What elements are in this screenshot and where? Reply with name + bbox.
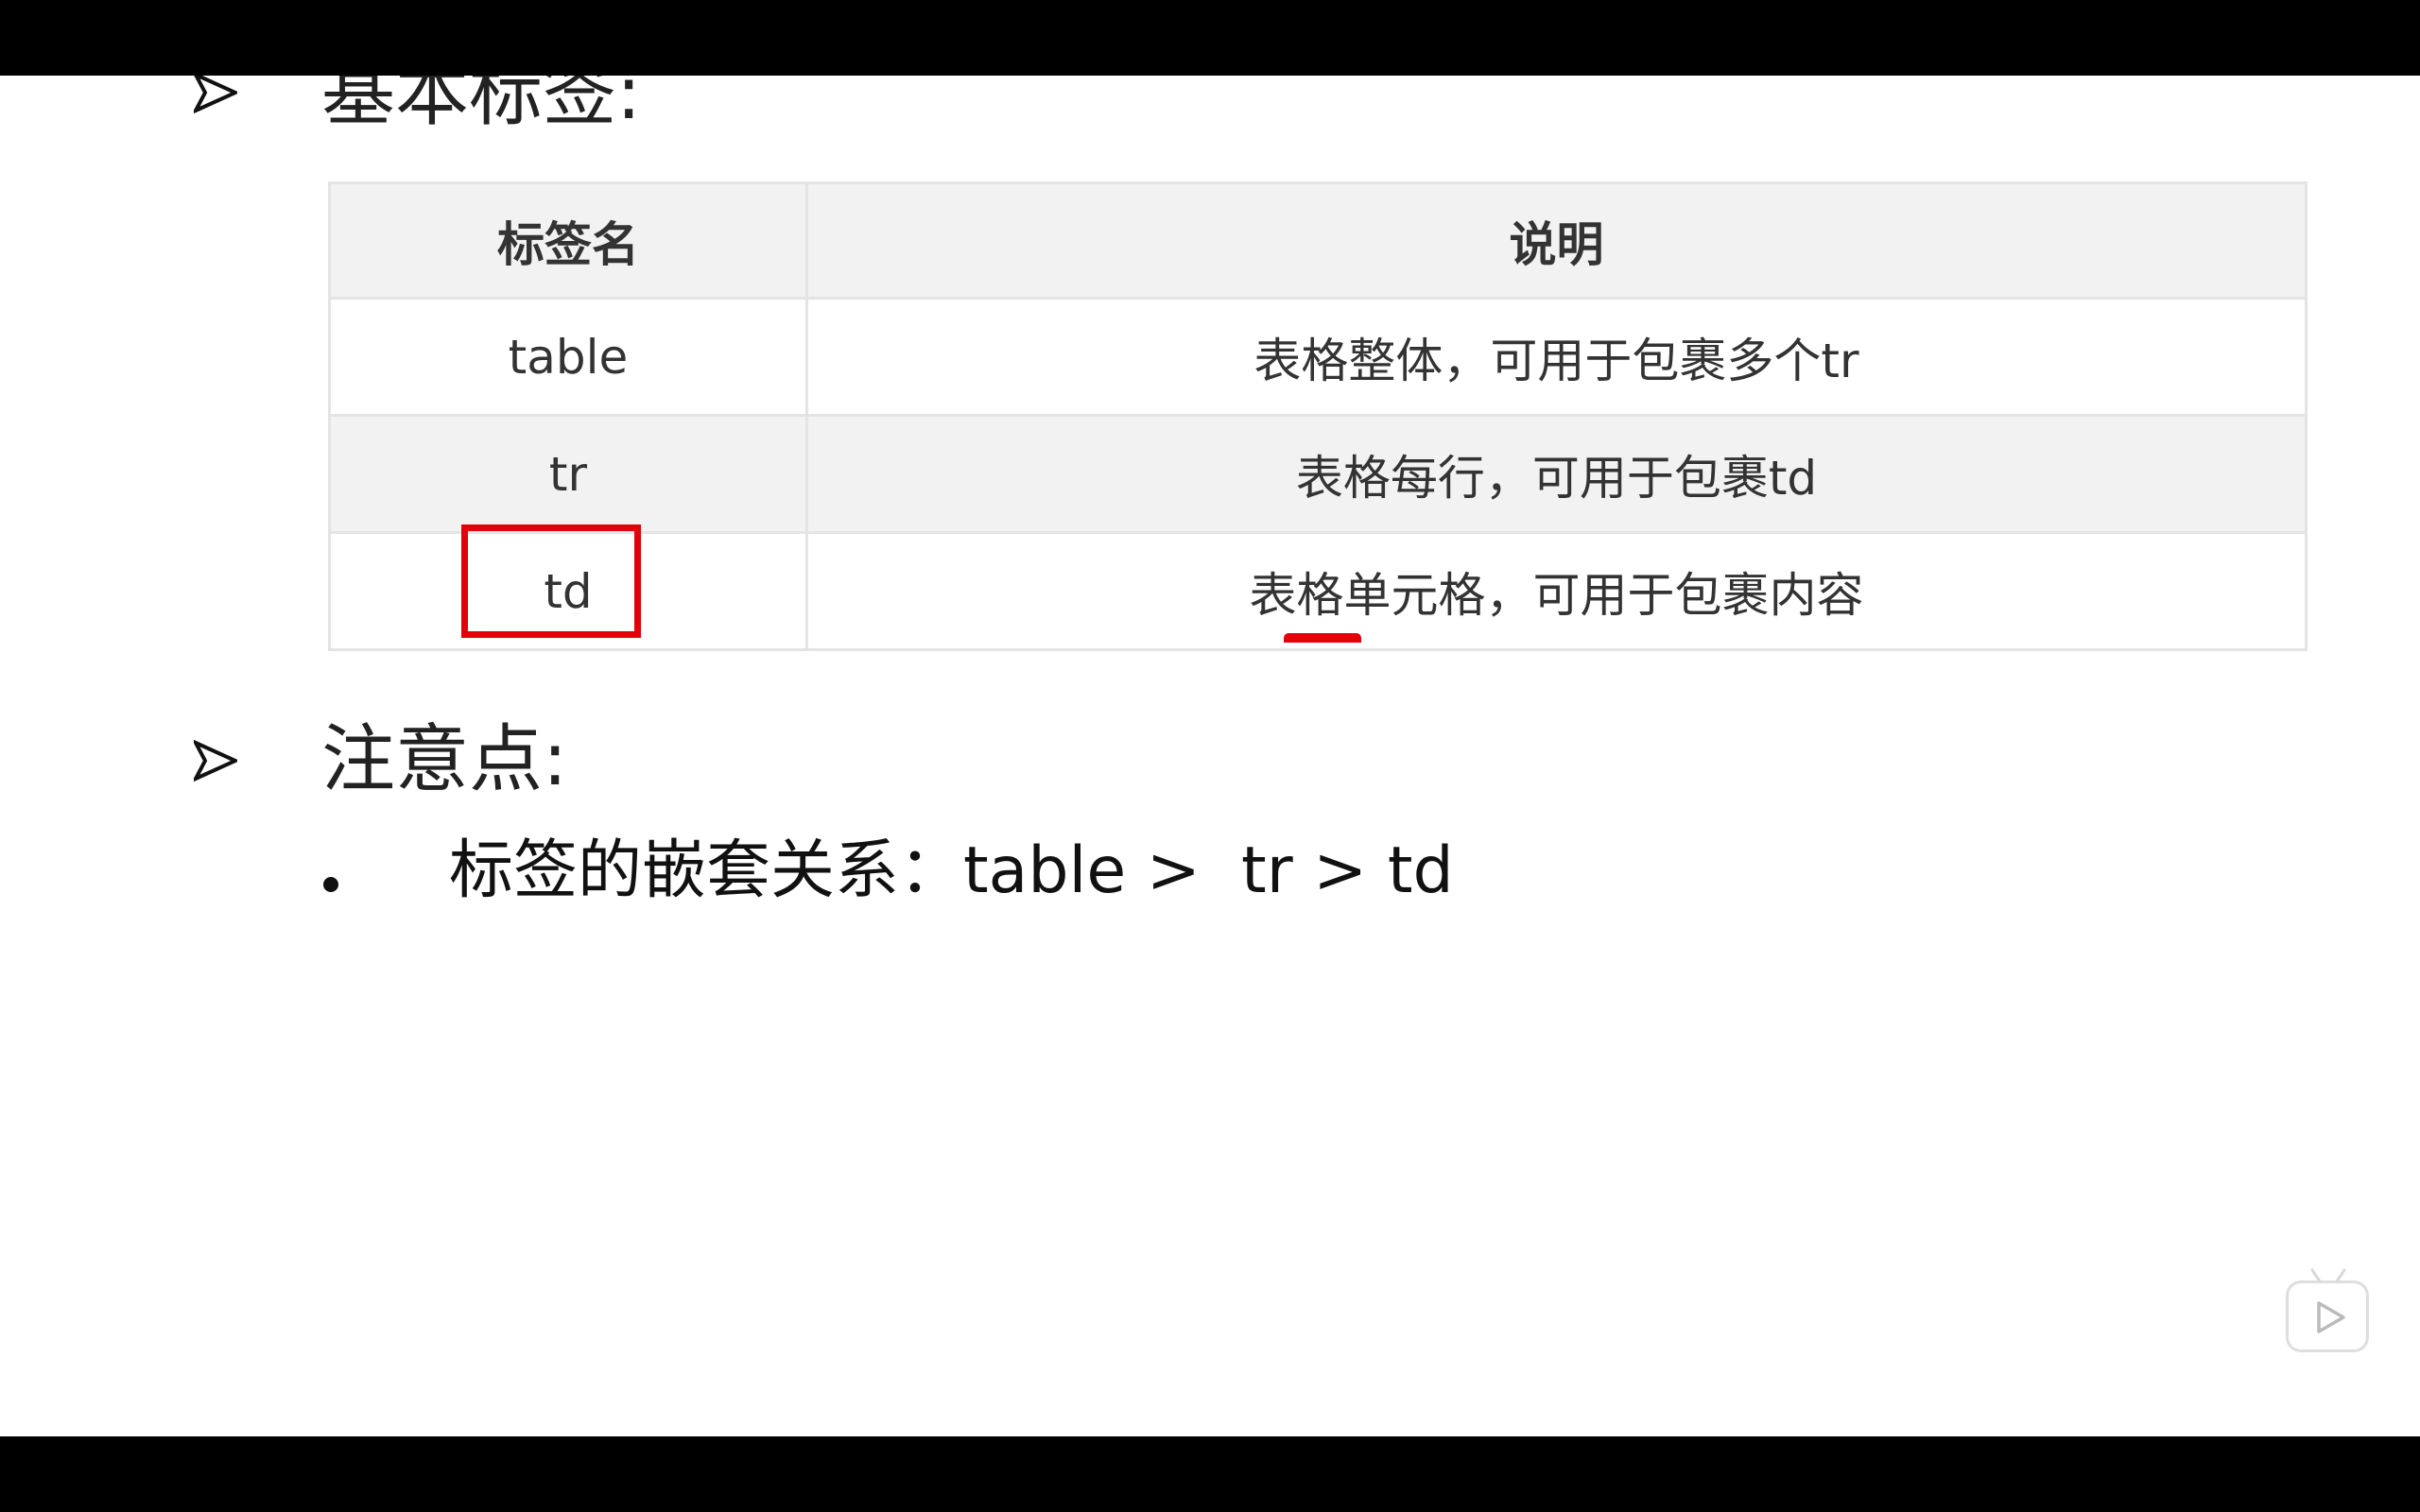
heading-basic-tags: 基本标签:	[321, 76, 642, 136]
play-icon	[2317, 1301, 2345, 1333]
bullet-dot	[323, 877, 338, 892]
red-highlight-box	[461, 524, 641, 638]
header-description: 说明	[805, 181, 2308, 300]
red-annotation-mark	[1284, 633, 1361, 643]
header-tag-name: 标签名	[328, 181, 808, 300]
top-letterbox	[0, 0, 2420, 76]
desc-cell: 表格整体，可用于包裹多个tr	[805, 297, 2308, 417]
bottom-letterbox	[0, 1436, 2420, 1512]
tag-cell: tr	[328, 414, 808, 534]
table-row: tr 表格每行，可用于包裹td	[328, 414, 2308, 534]
heading-notes: 注意点:	[321, 717, 568, 802]
table-header-row: 标签名 说明	[328, 181, 2308, 300]
table-row: table 表格整体，可用于包裹多个tr	[328, 297, 2308, 417]
desc-cell: 表格每行，可用于包裹td	[805, 414, 2308, 534]
tag-cell: table	[328, 297, 808, 417]
arrow-bullet-icon	[194, 739, 237, 782]
nesting-note: 标签的嵌套关系：table > tr > td	[449, 833, 1454, 908]
play-button[interactable]	[2286, 1280, 2369, 1352]
arrow-bullet-icon	[194, 76, 237, 114]
slide-content: 基本标签: 标签名 说明 table 表格整体，可用于包裹多个tr tr 表格每…	[0, 76, 2420, 1436]
desc-cell: 表格单元格，可用于包裹内容	[805, 531, 2308, 651]
